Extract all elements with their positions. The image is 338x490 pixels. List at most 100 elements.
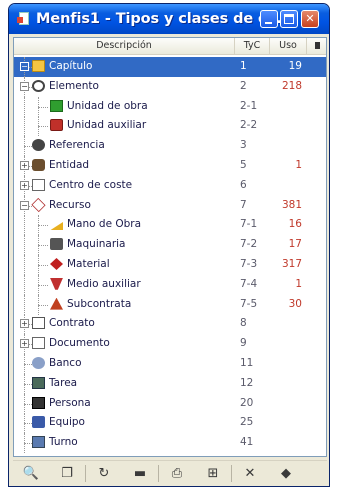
- labor-icon: [50, 221, 63, 231]
- tree-row[interactable]: − Elemento 2 218: [14, 76, 326, 97]
- tree-row[interactable]: Persona 20: [14, 393, 326, 414]
- selector-icon: [314, 42, 320, 49]
- app-window: Menfis1 - Tipos y clases de co... ✕ Desc…: [8, 3, 330, 487]
- grid-icon: ⊞: [207, 465, 219, 481]
- row-tyc: 7: [240, 198, 247, 211]
- tree-row[interactable]: + Contrato 8: [14, 314, 326, 335]
- subcontract-icon: [50, 297, 63, 310]
- tree-connector: [24, 443, 32, 445]
- tree-row[interactable]: Tarea 12: [14, 373, 326, 394]
- tree-connector: [38, 96, 39, 117]
- auxiliary-means-icon: [50, 277, 63, 290]
- bank-icon: [32, 356, 45, 369]
- row-label: Capítulo: [49, 60, 93, 72]
- types-tree-grid[interactable]: Descripción TyC Uso − Capítulo 1 19− Element…: [13, 37, 327, 457]
- tree-row[interactable]: Unidad auxiliar 2-2: [14, 116, 326, 137]
- tree-row[interactable]: Equipo 25: [14, 413, 326, 434]
- row-label: Unidad auxiliar: [67, 119, 147, 132]
- window-title: Menfis1 - Tipos y clases de co...: [36, 11, 293, 27]
- row-tyc: 2-1: [240, 99, 258, 112]
- expand-icon[interactable]: +: [20, 160, 29, 170]
- entity-icon: [32, 158, 45, 171]
- copy-button[interactable]: ❐: [49, 463, 85, 484]
- expand-icon[interactable]: +: [20, 180, 29, 190]
- minimize-icon: [265, 22, 272, 24]
- tree-rows: − Capítulo 1 19− Elemento 2 218 Unidad de obra 2…: [14, 57, 326, 454]
- refresh-icon: ↻: [98, 465, 110, 481]
- tree-row[interactable]: Referencia 3: [14, 136, 326, 157]
- tree-row[interactable]: + Entidad 5 1: [14, 155, 326, 176]
- row-uso: 1: [295, 277, 302, 290]
- column-header-tyc[interactable]: TyC: [235, 38, 270, 54]
- close-button[interactable]: ✕: [301, 10, 319, 28]
- globe-icon: [32, 139, 45, 152]
- delete-button[interactable]: ✕: [232, 463, 268, 484]
- grid-button[interactable]: ⊞: [195, 463, 231, 484]
- element-icon: [32, 79, 45, 92]
- tree-row[interactable]: Medio auxiliar 7-4 1: [14, 274, 326, 295]
- contract-icon: [32, 317, 45, 330]
- minimize-button[interactable]: [260, 10, 278, 28]
- tree-row[interactable]: Unidad de obra 2-1: [14, 96, 326, 117]
- row-tyc: 41: [240, 436, 254, 449]
- delete-icon: ✕: [244, 465, 256, 481]
- row-label: Mano de Obra: [67, 218, 142, 231]
- row-tyc: 2-2: [240, 119, 258, 132]
- row-tyc: 12: [240, 376, 254, 389]
- maximize-button[interactable]: [280, 10, 298, 28]
- column-header-descripcion[interactable]: Descripción: [14, 38, 235, 54]
- title-bar[interactable]: Menfis1 - Tipos y clases de co... ✕: [9, 4, 329, 34]
- tree-row[interactable]: Banco 11: [14, 353, 326, 374]
- cost-center-icon: [32, 178, 45, 191]
- row-label: Contrato: [49, 317, 95, 330]
- tree-row[interactable]: + Centro de coste 6: [14, 175, 326, 196]
- tree-row[interactable]: Maquinaria 7-2 17: [14, 235, 326, 256]
- row-uso: 17: [288, 238, 302, 251]
- resource-icon: [31, 197, 46, 212]
- column-header-selector[interactable]: [307, 38, 327, 54]
- row-label: Persona: [49, 396, 91, 409]
- tree-row[interactable]: Material 7-3 317: [14, 254, 326, 275]
- tree-connector: [38, 116, 39, 137]
- person-icon: [32, 396, 45, 409]
- help-button[interactable]: ◆: [268, 463, 304, 484]
- tree-row[interactable]: − Recurso 7 381: [14, 195, 326, 216]
- refresh-button[interactable]: ↻: [86, 463, 122, 484]
- binoculars-icon: 🔍: [22, 465, 40, 481]
- expand-icon[interactable]: +: [20, 339, 29, 349]
- row-label: Centro de coste: [49, 178, 133, 191]
- row-tyc: 7-3: [240, 257, 258, 270]
- tree-row[interactable]: + Documento 9: [14, 334, 326, 355]
- tree-connector: [24, 96, 25, 117]
- tree-connector: [24, 136, 25, 157]
- collapse-icon[interactable]: −: [20, 81, 29, 91]
- tree-connector: [24, 403, 32, 405]
- minus-icon: ▬: [133, 465, 147, 481]
- row-tyc: 7-1: [240, 218, 258, 231]
- row-label: Equipo: [49, 416, 85, 429]
- collapse-icon[interactable]: −: [20, 200, 29, 210]
- green-square-icon: [50, 99, 63, 112]
- expand-icon[interactable]: +: [20, 319, 29, 329]
- tree-row[interactable]: Turno 41: [14, 433, 326, 454]
- tree-row[interactable]: Subcontrata 7-5 30: [14, 294, 326, 315]
- row-uso: 218: [281, 79, 302, 92]
- tree-row[interactable]: − Capítulo 1 19: [14, 57, 326, 77]
- folder-icon: [32, 60, 45, 72]
- row-label: Turno: [49, 436, 78, 449]
- minus-button[interactable]: ▬: [122, 463, 158, 484]
- row-uso: 381: [281, 198, 302, 211]
- machinery-icon: [50, 238, 63, 251]
- print-button[interactable]: ⎙: [159, 463, 195, 484]
- row-label: Elemento: [49, 79, 99, 92]
- tree-connector: [38, 304, 48, 306]
- tree-connector: [24, 294, 25, 315]
- tree-row[interactable]: Mano de Obra 7-1 16: [14, 215, 326, 236]
- app-icon: [17, 11, 31, 27]
- collapse-icon[interactable]: −: [20, 62, 29, 71]
- binoculars-button[interactable]: 🔍: [13, 463, 49, 484]
- column-header-uso[interactable]: Uso: [270, 38, 307, 54]
- tree-connector: [24, 254, 25, 275]
- row-uso: 317: [281, 257, 302, 270]
- copy-icon: ❐: [61, 465, 73, 481]
